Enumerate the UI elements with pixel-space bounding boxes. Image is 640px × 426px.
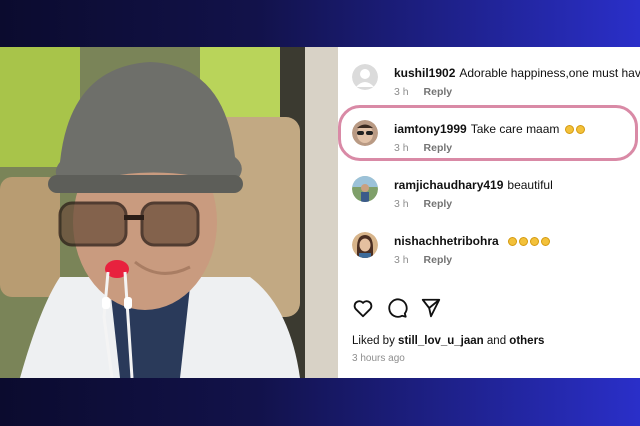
comment-body: Adorable happiness,one must have (459, 66, 640, 80)
heart-icon[interactable] (352, 297, 374, 319)
comment-username[interactable]: kushil1902 (394, 66, 455, 80)
likes-others-link[interactable]: others (509, 335, 544, 347)
comment-item: ramjichaudhary419 beautiful 3 h Reply (352, 174, 640, 222)
emoji-group (506, 234, 551, 248)
smiling-face-emoji-icon (508, 237, 518, 246)
likes-prefix: Liked by (352, 335, 395, 347)
comment-time: 3 h (394, 142, 409, 154)
smiling-face-emoji-icon (541, 237, 551, 246)
reply-button[interactable]: Reply (424, 198, 453, 210)
sunglasses-user-avatar[interactable] (352, 120, 378, 146)
comment-time: 3 h (394, 198, 409, 210)
reply-button[interactable]: Reply (424, 254, 453, 266)
send-icon[interactable] (420, 297, 442, 319)
comment-time: 3 h (394, 254, 409, 266)
comment-meta: 3 h Reply (394, 142, 452, 154)
comment-text: kushil1902 Adorable happiness,one must ha… (394, 66, 640, 81)
woman-user-avatar[interactable] (352, 232, 378, 258)
comment-item-highlighted: iamtony1999 Take care maam 3 h Reply (352, 118, 640, 166)
post-photo (0, 47, 338, 378)
comment-username[interactable]: iamtony1999 (394, 122, 467, 136)
comment-meta: 3 h Reply (394, 198, 452, 210)
likes-summary: Liked by still_lov_u_jaan and others (352, 335, 544, 347)
comment-username[interactable]: ramjichaudhary419 (394, 178, 503, 192)
post-timestamp: 3 hours ago (352, 353, 405, 364)
comment-body: Take care maam (470, 122, 560, 136)
comment-item: kushil1902 Adorable happiness,one must ha… (352, 62, 640, 110)
default-avatar-icon[interactable] (352, 64, 378, 90)
comment-item: nishachhetribohra 3 h Reply (352, 230, 640, 278)
comment-text: nishachhetribohra (394, 234, 640, 249)
emoji-group (563, 122, 585, 136)
comment-text: iamtony1999 Take care maam (394, 122, 640, 137)
likes-user-link[interactable]: still_lov_u_jaan (398, 335, 484, 347)
comments-panel: kushil1902 Adorable happiness,one must ha… (338, 47, 640, 378)
post-frame: kushil1902 Adorable happiness,one must ha… (0, 47, 640, 378)
comment-icon[interactable] (386, 297, 408, 319)
comment-meta: 3 h Reply (394, 254, 452, 266)
smiling-face-emoji-icon (530, 237, 540, 246)
concerned-face-emoji-icon (564, 125, 574, 134)
outdoor-user-avatar[interactable] (352, 176, 378, 202)
concerned-face-emoji-icon (575, 125, 585, 134)
comment-username[interactable]: nishachhetribohra (394, 234, 499, 248)
comment-time: 3 h (394, 86, 409, 98)
reply-button[interactable]: Reply (424, 142, 453, 154)
likes-conjunction: and (486, 335, 507, 347)
smiling-face-emoji-icon (519, 237, 529, 246)
comment-body: beautiful (507, 178, 553, 192)
comment-text: ramjichaudhary419 beautiful (394, 178, 640, 193)
reply-button[interactable]: Reply (424, 86, 453, 98)
comment-meta: 3 h Reply (394, 86, 452, 98)
